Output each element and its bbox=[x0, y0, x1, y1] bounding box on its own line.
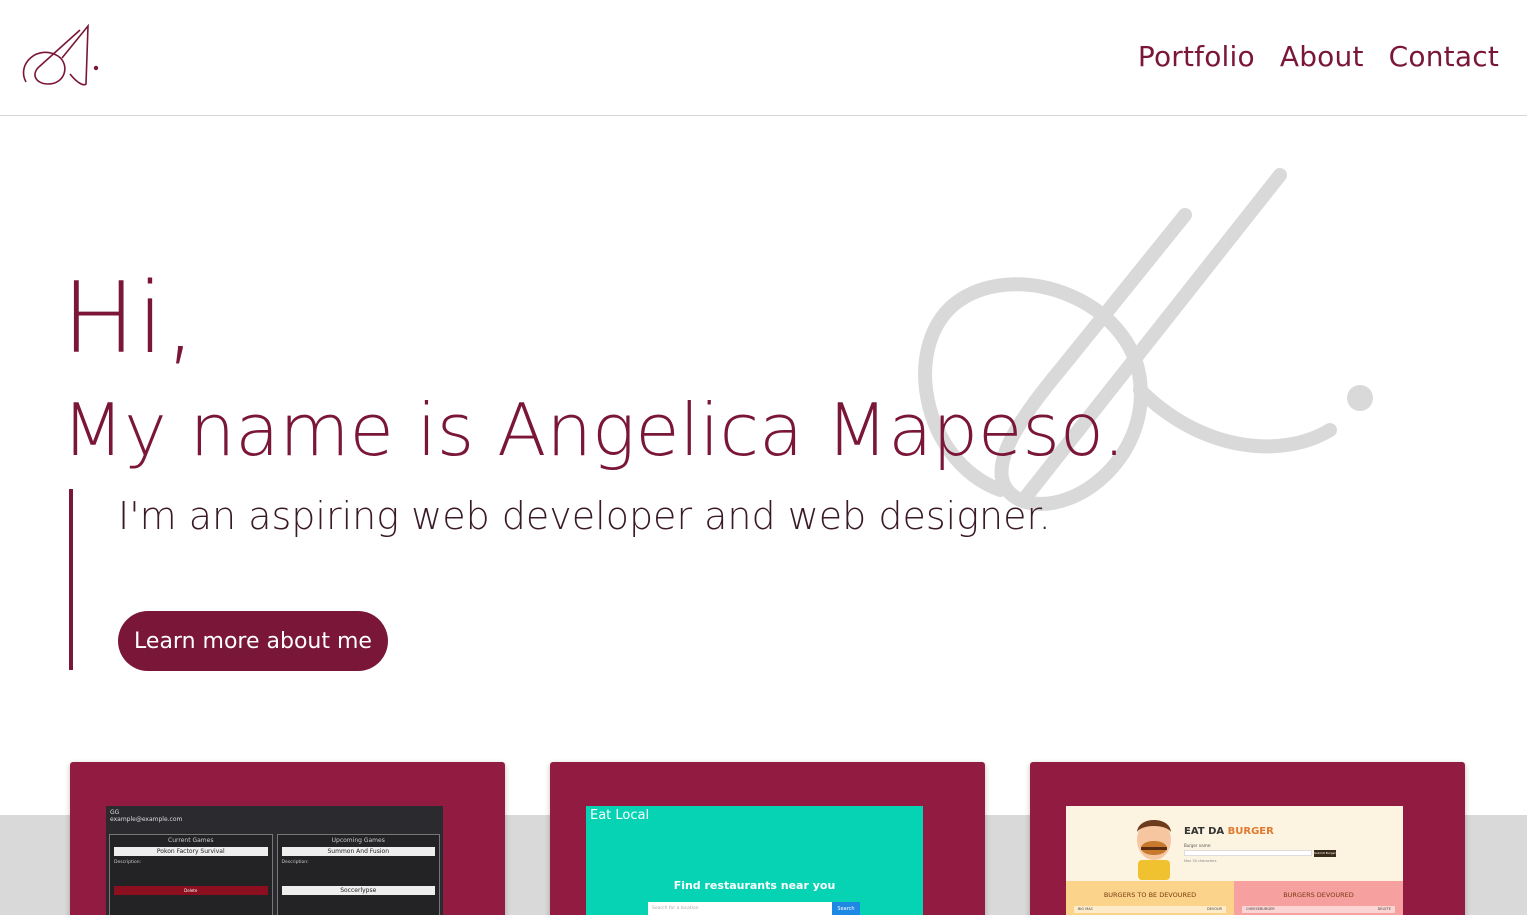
shot-game-title: Summon And Fusion bbox=[281, 847, 435, 856]
portfolio-card-eat-da-burger[interactable]: EAT DA BURGER Burger name: Submit Burger… bbox=[1030, 762, 1465, 915]
shot-col-heading: Current Games bbox=[168, 837, 214, 844]
nav-contact[interactable]: Contact bbox=[1389, 40, 1499, 73]
shot-col-upcoming: Upcoming Games Summon And Fusion Descrip… bbox=[276, 834, 440, 915]
accent-bar bbox=[69, 489, 73, 670]
shot-account: example@example.com bbox=[110, 816, 183, 823]
logo-icon[interactable] bbox=[18, 24, 108, 90]
shot-search-button: Search bbox=[832, 902, 860, 915]
nav-portfolio[interactable]: Portfolio bbox=[1138, 40, 1255, 73]
learn-more-button[interactable]: Learn more about me bbox=[118, 611, 388, 671]
tagline-text: I'm an aspiring web developer and web de… bbox=[118, 494, 1051, 538]
shot-input bbox=[1184, 850, 1312, 856]
burger-mascot-icon bbox=[1137, 820, 1171, 880]
main-nav: Portfolio About Contact bbox=[1138, 40, 1499, 73]
shot-headline: Find restaurants near you bbox=[673, 879, 836, 892]
shot-panel-devoured: BURGERS DEVOURED CHEESEBURGER DELETE bbox=[1234, 881, 1403, 915]
portfolio-card-eat-local[interactable]: Eat Local Find restaurants near you Sear… bbox=[550, 762, 985, 915]
shot-topbar: GG example@example.com bbox=[106, 806, 443, 826]
name-heading: My name is Angelica Mapeso. bbox=[62, 388, 1126, 472]
project-screenshot: GG example@example.com Current Games Pok… bbox=[106, 806, 443, 915]
project-screenshot: Eat Local Find restaurants near you Sear… bbox=[586, 806, 923, 915]
shot-panel-heading: BURGERS DEVOURED bbox=[1283, 891, 1354, 899]
shot-title: EAT DA BURGER bbox=[1184, 826, 1274, 837]
portfolio-card-gg[interactable]: GG example@example.com Current Games Pok… bbox=[70, 762, 505, 915]
shot-col-heading: Upcoming Games bbox=[331, 837, 385, 844]
project-screenshot: EAT DA BURGER Burger name: Submit Burger… bbox=[1066, 806, 1403, 915]
shot-desc-label: Description: bbox=[114, 860, 142, 865]
shot-desc-label: Description: bbox=[281, 860, 309, 865]
shot-panel-heading: BURGERS TO BE DEVOURED bbox=[1103, 891, 1197, 899]
watermark-logo-icon bbox=[918, 168, 1373, 511]
greeting-heading: Hi, bbox=[62, 262, 198, 376]
shot-submit-button: Submit Burger bbox=[1314, 850, 1336, 857]
shot-panel-to-devour: BURGERS TO BE DEVOURED BIG MAC DEVOUR bbox=[1066, 881, 1234, 915]
shot-brand: Eat Local bbox=[590, 808, 650, 823]
shot-game-title: Soccerlypse bbox=[281, 886, 435, 895]
shot-game-title: Pokon Factory Survival bbox=[114, 847, 268, 856]
shot-delete-button: Delete bbox=[114, 886, 268, 895]
shot-col-current: Current Games Pokon Factory Survival Des… bbox=[109, 834, 273, 915]
shot-search-input: Search for a location bbox=[648, 902, 832, 915]
nav-about[interactable]: About bbox=[1280, 40, 1364, 73]
site-header: Portfolio About Contact bbox=[0, 0, 1527, 116]
shot-input-label: Burger name: bbox=[1184, 843, 1212, 848]
shot-columns: Current Games Pokon Factory Survival Des… bbox=[109, 834, 440, 915]
shot-panel-row: BIG MAC DEVOUR bbox=[1074, 906, 1226, 913]
shot-brand: GG bbox=[110, 809, 120, 816]
shot-hint: Max 30 characters bbox=[1184, 859, 1217, 863]
shot-panel-row: CHEESEBURGER DELETE bbox=[1242, 906, 1395, 913]
